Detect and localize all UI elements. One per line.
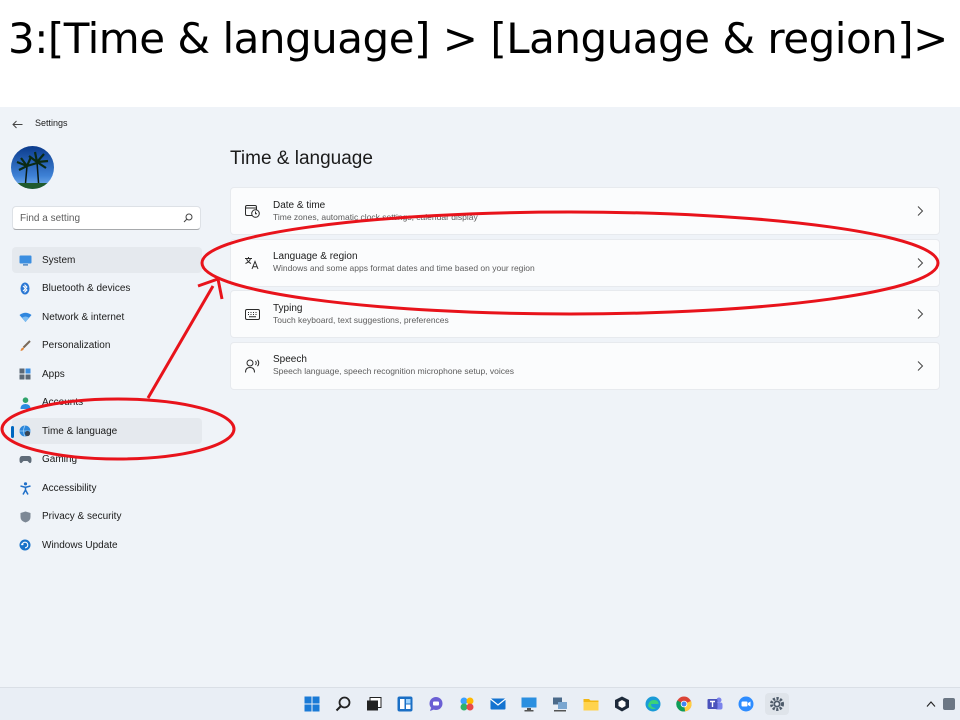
- search-icon[interactable]: [331, 693, 355, 715]
- sidebar-item-label: Apps: [42, 368, 65, 380]
- profile-picture-icon: [11, 146, 54, 189]
- teams-icon[interactable]: [703, 693, 727, 715]
- sidebar-item-label: Accounts: [42, 397, 84, 408]
- app-title: Settings: [35, 118, 68, 128]
- sidebar-item-label: Time & language: [42, 425, 118, 437]
- sidebar-nav: System Bluetooth & devices Network & int…: [11, 247, 202, 561]
- sidebar-item-accounts[interactable]: Accounts: [12, 390, 202, 416]
- globe-clock-icon: [18, 424, 32, 438]
- sidebar-item-bluetooth[interactable]: Bluetooth & devices: [12, 276, 202, 302]
- sidebar-item-label: Windows Update: [42, 539, 118, 551]
- card-description: Speech language, speech recognition micr…: [273, 366, 514, 376]
- card-title: Date & time: [273, 199, 326, 211]
- sidebar-item-time-language[interactable]: Time & language: [11, 418, 202, 444]
- gamepad-icon: [18, 453, 32, 467]
- slide-title: 3:[Time & language] > [Language & region…: [8, 14, 948, 63]
- sidebar-item-apps[interactable]: Apps: [12, 361, 202, 387]
- chrome-icon[interactable]: [672, 693, 696, 715]
- taskbar: [0, 687, 960, 720]
- update-icon: [18, 538, 32, 552]
- chevron-right-icon: [917, 206, 924, 216]
- card-title: Language & region: [273, 251, 358, 262]
- card-description: Windows and some apps format dates and t…: [273, 263, 535, 273]
- chevron-up-icon[interactable]: [926, 700, 936, 708]
- task-view-icon[interactable]: [362, 693, 386, 715]
- bluetooth-icon: [18, 282, 32, 296]
- sidebar-item-label: Network & internet: [42, 311, 125, 323]
- monitor-icon: [18, 253, 32, 267]
- sidebar-item-accessibility[interactable]: Accessibility: [12, 475, 202, 501]
- accessibility-icon: [18, 481, 32, 495]
- apps-icon: [18, 367, 32, 381]
- arrow-left-icon: [11, 120, 22, 128]
- sidebar-item-system[interactable]: System: [12, 247, 202, 273]
- calendar-clock-icon: [244, 203, 260, 219]
- network-share-icon[interactable]: [548, 693, 572, 715]
- sidebar-item-label: Gaming: [42, 454, 78, 465]
- chat-icon[interactable]: [424, 693, 448, 715]
- brush-icon: [18, 339, 32, 353]
- sidebar-item-label: Bluetooth & devices: [42, 283, 131, 294]
- shield-icon: [18, 510, 32, 524]
- photos-icon[interactable]: [455, 693, 479, 715]
- sidebar-item-label: Privacy & security: [42, 511, 122, 522]
- sidebar-item-privacy[interactable]: Privacy & security: [12, 504, 202, 530]
- card-language-region[interactable]: Language & region Windows and some apps …: [230, 238, 940, 287]
- chevron-right-icon: [917, 257, 924, 268]
- mail-icon[interactable]: [486, 693, 510, 715]
- chevron-right-icon: [917, 360, 924, 371]
- card-speech[interactable]: Speech Speech language, speech recogniti…: [230, 341, 940, 390]
- start-icon[interactable]: [300, 693, 324, 715]
- sidebar-item-network[interactable]: Network & internet: [12, 304, 202, 330]
- settings-cards: Date & time Time zones, automatic clock …: [230, 187, 940, 393]
- search-input[interactable]: [20, 212, 170, 224]
- zoom-icon[interactable]: [734, 693, 758, 715]
- search-icon: [183, 213, 193, 223]
- wifi-icon: [18, 310, 32, 324]
- card-date-time[interactable]: Date & time Time zones, automatic clock …: [230, 187, 940, 235]
- language-icon: [244, 255, 260, 271]
- tray-app-icon[interactable]: [942, 697, 956, 711]
- back-button[interactable]: [8, 115, 26, 133]
- title-bar: Settings: [0, 107, 960, 139]
- person-icon: [18, 396, 32, 410]
- speech-icon: [244, 358, 260, 374]
- sidebar-item-gaming[interactable]: Gaming: [12, 447, 202, 473]
- app-shield-icon[interactable]: [610, 693, 634, 715]
- sidebar-item-label: System: [42, 254, 76, 266]
- file-explorer-icon[interactable]: [579, 693, 603, 715]
- sidebar-item-personalization[interactable]: Personalization: [12, 333, 202, 359]
- search-box[interactable]: [12, 206, 201, 230]
- card-description: Time zones, automatic clock settings, ca…: [273, 211, 478, 222]
- taskbar-apps: [300, 693, 789, 715]
- card-description: Touch keyboard, text suggestions, prefer…: [273, 314, 449, 325]
- sidebar-item-label: Accessibility: [42, 482, 97, 494]
- edge-icon[interactable]: [641, 693, 665, 715]
- chevron-right-icon: [917, 309, 924, 319]
- keyboard-icon: [244, 306, 260, 322]
- settings-icon[interactable]: [765, 693, 789, 715]
- settings-window: Settings Find a setting System Bluetooth…: [0, 107, 960, 687]
- page-title: Time & language: [230, 148, 373, 169]
- widgets-icon[interactable]: [393, 693, 417, 715]
- card-typing[interactable]: Typing Touch keyboard, text suggestions,…: [230, 290, 940, 338]
- card-title: Speech: [273, 354, 307, 365]
- system-tray: [926, 697, 956, 711]
- desktop-icon[interactable]: [517, 693, 541, 715]
- avatar[interactable]: [11, 146, 54, 189]
- card-title: Typing: [273, 302, 303, 314]
- sidebar-item-windows-update[interactable]: Windows Update: [12, 532, 202, 558]
- sidebar-item-label: Personalization: [42, 340, 111, 351]
